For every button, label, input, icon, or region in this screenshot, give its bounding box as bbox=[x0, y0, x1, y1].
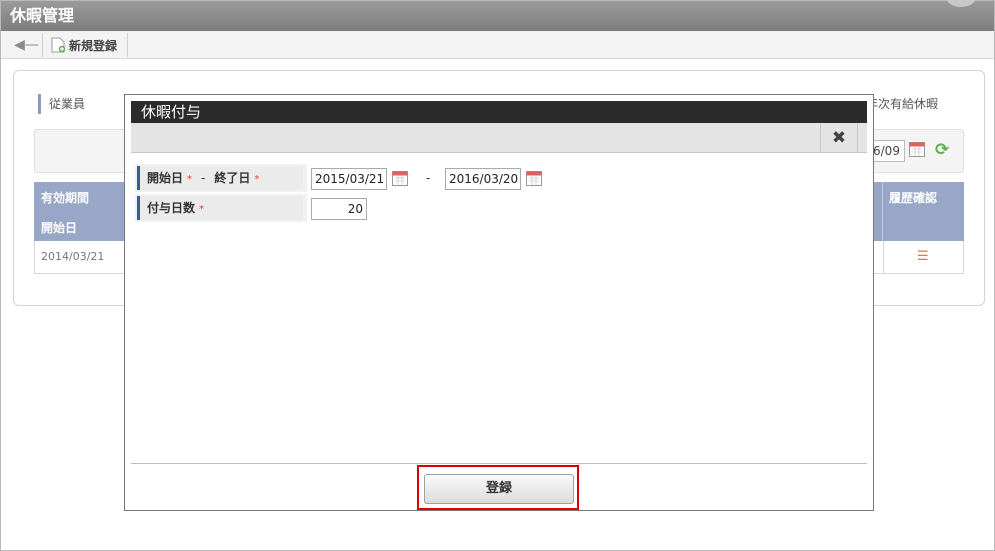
close-icon: ✖ bbox=[831, 128, 847, 148]
date-range-label: 開始日 * - 終了日 * bbox=[137, 166, 303, 190]
search-date-field[interactable]: 6/09 bbox=[869, 140, 905, 162]
dialog-title: 休暇付与 bbox=[141, 103, 202, 121]
grant-days-label-cell: 付与日数 * bbox=[137, 196, 303, 220]
dialog-subbar: ✖ bbox=[131, 123, 867, 153]
calendar-icon[interactable] bbox=[526, 169, 542, 186]
toolbar: ◀— 新規登録 bbox=[1, 31, 994, 59]
header-period: 有効期間 bbox=[41, 191, 90, 205]
label-dash: - bbox=[201, 171, 206, 185]
start-date-input[interactable]: 2015/03/21 bbox=[311, 168, 387, 190]
required-mark: * bbox=[199, 204, 205, 215]
close-button[interactable]: ✖ bbox=[820, 123, 858, 153]
required-mark: * bbox=[254, 174, 260, 185]
employee-label: 従業員 bbox=[38, 94, 85, 114]
grant-days-input[interactable]: 20 bbox=[311, 198, 367, 220]
history-list-icon[interactable]: ☰ bbox=[917, 249, 929, 264]
dialog-header: 休暇付与 bbox=[131, 101, 867, 123]
required-mark: * bbox=[187, 174, 193, 185]
new-register-button[interactable]: 新規登録 bbox=[51, 33, 129, 57]
back-button[interactable]: ◀— bbox=[11, 33, 43, 57]
titlebar-corner-decoration bbox=[946, 0, 976, 7]
grant-leave-dialog: 休暇付与 ✖ 開始日 * - 終了日 * 2015/03/21 - 2016/03/20 bbox=[124, 94, 874, 511]
header-history: 履歴確認 bbox=[889, 191, 938, 205]
window-titlebar: 休暇管理 bbox=[1, 0, 994, 31]
highlight-box bbox=[417, 465, 579, 510]
new-register-label: 新規登録 bbox=[69, 38, 118, 53]
grant-days-value: 20 bbox=[305, 194, 865, 222]
leave-type-label: 年次有給休暇 bbox=[866, 97, 939, 111]
dialog-footer-divider bbox=[131, 463, 867, 464]
calendar-icon[interactable] bbox=[909, 140, 925, 157]
range-dash: - bbox=[426, 171, 431, 185]
window-title: 休暇管理 bbox=[10, 6, 75, 25]
end-date-input[interactable]: 2016/03/20 bbox=[445, 168, 521, 190]
row-divider bbox=[883, 241, 884, 273]
date-range-row: 開始日 * - 終了日 * 2015/03/21 - 2016/03/20 bbox=[135, 164, 865, 192]
header-divider bbox=[882, 182, 883, 241]
end-date-label: 終了日 bbox=[214, 171, 251, 185]
date-range-value: 2015/03/21 - 2016/03/20 bbox=[305, 164, 865, 192]
refresh-icon[interactable]: ⟳ bbox=[935, 140, 949, 160]
calendar-icon[interactable] bbox=[392, 169, 408, 186]
grant-days-label: 付与日数 bbox=[147, 201, 196, 215]
new-document-icon bbox=[51, 37, 65, 53]
start-date-label: 開始日 bbox=[147, 171, 184, 185]
grant-days-row: 付与日数 * 20 bbox=[135, 194, 865, 222]
row-start-date: 2014/03/21 bbox=[41, 250, 105, 263]
back-arrow-icon: ◀— bbox=[14, 37, 39, 53]
header-start-date: 開始日 bbox=[41, 221, 78, 235]
